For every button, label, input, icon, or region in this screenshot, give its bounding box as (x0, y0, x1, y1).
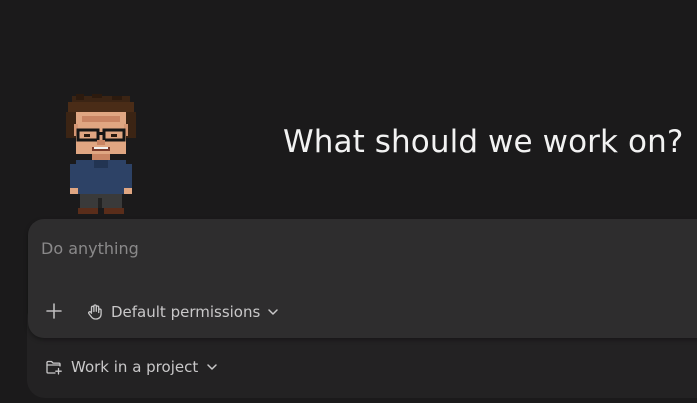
project-label: Work in a project (71, 358, 199, 376)
add-attachment-button[interactable] (43, 300, 65, 322)
chevron-down-icon (206, 361, 218, 373)
permissions-label: Default permissions (111, 303, 261, 321)
page-title: What should we work on? (283, 124, 684, 160)
plus-icon (45, 302, 63, 320)
mascot-avatar-icon (64, 94, 140, 216)
permissions-dropdown[interactable]: Default permissions (86, 301, 279, 323)
prompt-input[interactable] (41, 237, 641, 259)
prompt-composer: Default permissions (28, 219, 697, 338)
chevron-down-icon (267, 306, 279, 318)
work-in-project-dropdown[interactable]: Work in a project (45, 356, 218, 378)
folder-plus-icon (45, 358, 63, 376)
app-window: What should we work on? Default permissi… (0, 0, 697, 403)
hand-icon (86, 303, 104, 321)
